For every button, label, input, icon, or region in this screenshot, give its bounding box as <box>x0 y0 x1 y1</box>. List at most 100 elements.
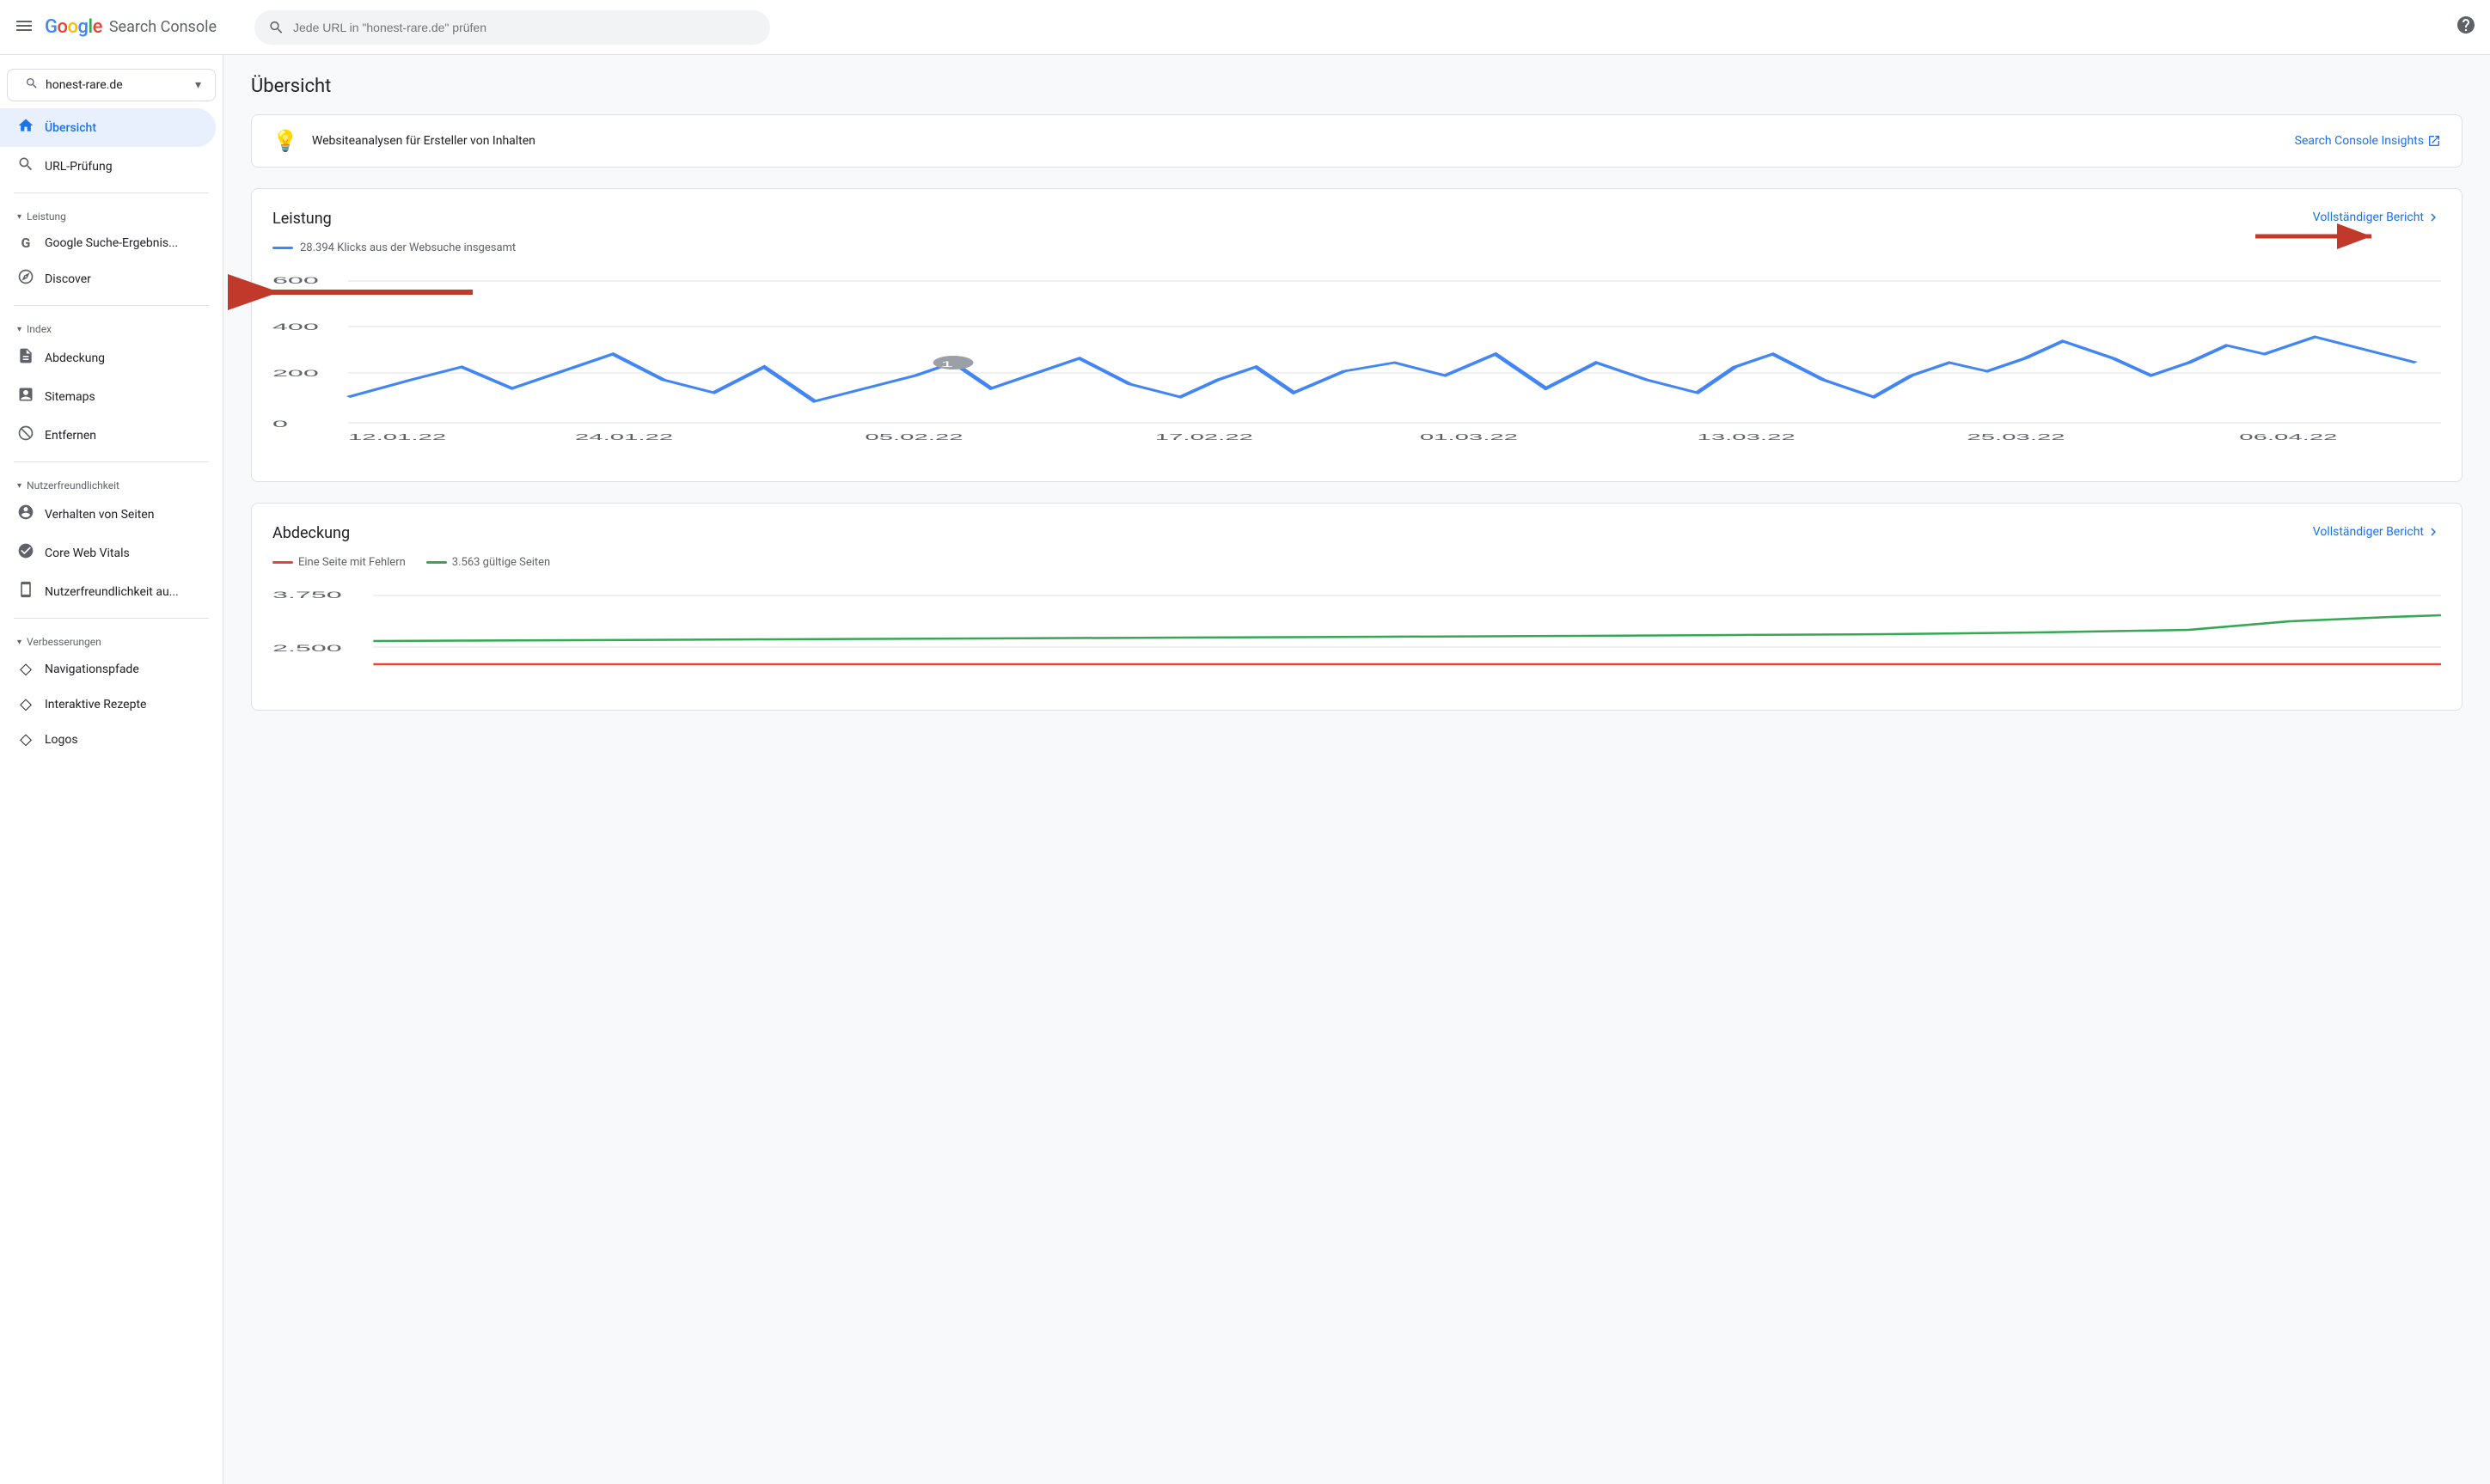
main-content: Übersicht 💡 Websiteanalysen für Erstelle… <box>223 55 2490 752</box>
section-verbesserungen: ▾ Verbesserungen <box>0 626 223 651</box>
sidebar-core-web-label: Core Web Vitals <box>45 547 130 560</box>
search-icon <box>268 19 284 36</box>
sidebar-navigationspfade-label: Navigationspfade <box>45 663 139 676</box>
help-icon[interactable] <box>2456 15 2476 40</box>
leistung-card-header: Leistung Vollständiger Bericht <box>272 210 2441 228</box>
svg-text:17.02.22: 17.02.22 <box>1155 432 1253 442</box>
svg-text:06.04.22: 06.04.22 <box>2239 432 2337 442</box>
sidebar-item-core-web-vitals[interactable]: Core Web Vitals <box>0 534 216 572</box>
discover-icon <box>17 268 34 290</box>
search-bar[interactable] <box>254 10 770 45</box>
divider-nutzer <box>14 461 209 462</box>
sidebar-item-logos[interactable]: ◇ Logos <box>0 722 216 757</box>
property-name: honest-rare.de <box>46 78 188 92</box>
sidebar-sitemaps-label: Sitemaps <box>45 390 95 404</box>
abdeckung-full-report-link[interactable]: Vollständiger Bericht <box>2313 524 2441 540</box>
svg-text:01.03.22: 01.03.22 <box>1420 432 1518 442</box>
svg-text:2.500: 2.500 <box>272 643 342 653</box>
sidebar-item-navigationspfade[interactable]: ◇ Navigationspfade <box>0 651 216 687</box>
abdeckung-card-header: Abdeckung Vollständiger Bericht <box>272 524 2441 542</box>
interaktive-rezepte-icon: ◇ <box>17 695 34 713</box>
leistung-card: Leistung Vollständiger Bericht 28.394 Kl… <box>251 188 2462 482</box>
sidebar-item-discover[interactable]: Discover <box>0 260 216 298</box>
section-nutzerfreundlichkeit: ▾ Nutzerfreundlichkeit <box>0 469 223 495</box>
abdeckung-legend: Eine Seite mit Fehlern 3.563 gültige Sei… <box>272 556 2441 569</box>
chevron-nutzer-icon: ▾ <box>17 481 21 491</box>
sidebar-item-nutzerfreundlichkeit-au[interactable]: Nutzerfreundlichkeit au... <box>0 572 216 611</box>
chevron-index-icon: ▾ <box>17 325 21 334</box>
insights-banner: 💡 Websiteanalysen für Ersteller von Inha… <box>251 114 2462 168</box>
sidebar-item-verhalten[interactable]: Verhalten von Seiten <box>0 495 216 534</box>
abdeckung-chart-svg: 3.750 2.500 <box>272 583 2441 686</box>
sidebar-verhalten-label: Verhalten von Seiten <box>45 508 154 522</box>
svg-text:400: 400 <box>272 321 319 332</box>
sidebar-abdeckung-label: Abdeckung <box>45 351 105 365</box>
sidebar-discover-label: Discover <box>45 272 91 286</box>
legend-gueltig: 3.563 gültige Seiten <box>426 556 550 569</box>
abdeckung-title: Abdeckung <box>272 524 350 542</box>
sidebar-item-interaktive-rezepte[interactable]: ◇ Interaktive Rezepte <box>0 687 216 722</box>
sidebar-nutzer-au-label: Nutzerfreundlichkeit au... <box>45 585 179 599</box>
divider-leistung <box>14 192 209 193</box>
logos-icon: ◇ <box>17 730 34 748</box>
sidebar-url-pruefung-label: URL-Prüfung <box>45 160 113 174</box>
svg-text:05.02.22: 05.02.22 <box>865 432 963 442</box>
legend-gueltig-line <box>426 561 447 564</box>
svg-text:200: 200 <box>272 368 319 378</box>
property-dropdown-icon: ▾ <box>195 78 201 92</box>
property-selector[interactable]: honest-rare.de ▾ <box>7 69 216 101</box>
mobile-icon <box>17 581 34 602</box>
sidebar-interaktive-label: Interaktive Rezepte <box>45 698 146 711</box>
svg-text:0: 0 <box>272 418 288 429</box>
header: Google Search Console <box>0 0 2490 55</box>
leistung-chart-svg: 600 400 200 0 1 12.01.22 24.01 <box>272 268 2441 457</box>
legend-line-blue <box>272 247 293 249</box>
abdeckung-card: Abdeckung Vollständiger Bericht Eine Sei… <box>251 503 2462 711</box>
page-title: Übersicht <box>251 76 2462 97</box>
sidebar-uebersicht-label: Übersicht <box>45 121 96 135</box>
svg-text:24.01.22: 24.01.22 <box>575 432 673 442</box>
abdeckung-chart: 3.750 2.500 <box>272 583 2441 689</box>
entfernen-icon <box>17 424 34 446</box>
home-icon <box>17 117 34 138</box>
svg-text:3.750: 3.750 <box>272 589 342 600</box>
app-title: Search Console <box>109 18 217 36</box>
sidebar-item-entfernen[interactable]: Entfernen <box>0 416 216 455</box>
app-logo: Google Search Console <box>45 16 237 38</box>
sidebar-logos-label: Logos <box>45 733 78 747</box>
menu-icon[interactable] <box>14 15 34 40</box>
divider-verbesserungen <box>14 618 209 619</box>
google-g-icon: G <box>17 235 34 251</box>
sitemaps-icon <box>17 386 34 407</box>
sidebar: honest-rare.de ▾ Übersicht URL-Prüfung ▾… <box>0 55 223 1484</box>
navigationspfade-icon: ◇ <box>17 660 34 678</box>
sidebar-item-url-pruefung[interactable]: URL-Prüfung <box>0 147 216 186</box>
svg-text:600: 600 <box>272 275 319 285</box>
sidebar-item-abdeckung[interactable]: Abdeckung <box>0 339 216 377</box>
chevron-right-icon <box>2426 210 2441 225</box>
property-search-icon <box>25 76 39 94</box>
sidebar-item-sitemaps[interactable]: Sitemaps <box>0 377 216 416</box>
layout: honest-rare.de ▾ Übersicht URL-Prüfung ▾… <box>0 55 2490 752</box>
abdeckung-chevron-right-icon <box>2426 524 2441 540</box>
leistung-legend: 28.394 Klicks aus der Websuche insgesamt <box>272 241 2441 254</box>
svg-text:13.03.22: 13.03.22 <box>1698 432 1796 442</box>
chevron-verb-icon: ▾ <box>17 638 21 647</box>
svg-text:1: 1 <box>940 360 953 369</box>
insights-link[interactable]: Search Console Insights <box>2295 134 2441 148</box>
sidebar-item-uebersicht[interactable]: Übersicht <box>0 108 216 147</box>
leistung-title: Leistung <box>272 210 332 228</box>
url-search-icon <box>17 156 34 177</box>
sidebar-entfernen-label: Entfernen <box>45 429 96 443</box>
leistung-chart: 600 400 200 0 1 12.01.22 24.01 <box>272 268 2441 461</box>
legend-fehler-line <box>272 561 293 564</box>
search-input[interactable] <box>293 21 756 34</box>
legend-fehler: Eine Seite mit Fehlern <box>272 556 406 569</box>
leistung-full-report-link[interactable]: Vollständiger Bericht <box>2313 210 2441 225</box>
lightbulb-icon: 💡 <box>272 129 298 153</box>
svg-text:12.01.22: 12.01.22 <box>348 432 446 442</box>
sidebar-item-google-suche[interactable]: G Google Suche-Ergebnis... <box>0 226 216 260</box>
external-link-icon <box>2427 134 2441 148</box>
google-wordmark: Google <box>45 16 102 38</box>
insights-text: Websiteanalysen für Ersteller von Inhalt… <box>312 134 2295 148</box>
